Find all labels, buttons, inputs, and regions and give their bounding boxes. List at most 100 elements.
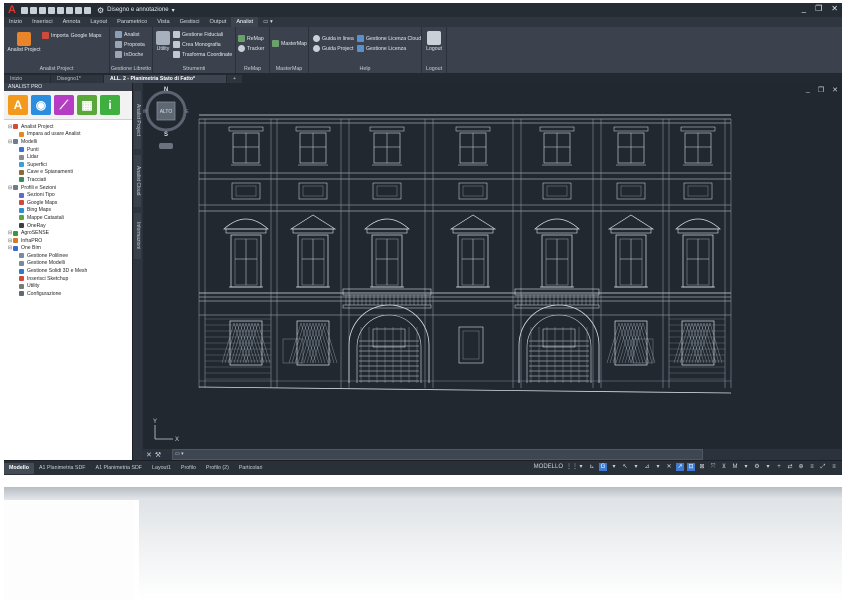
doc-tab-inizio[interactable]: Inizio (4, 75, 50, 83)
tree-item[interactable]: Lidar (8, 153, 132, 161)
tree-item[interactable]: Google Maps (8, 199, 132, 207)
tree-item[interactable]: Bing Maps (8, 207, 132, 215)
status-toggle-9-icon[interactable]: ✕ (665, 463, 673, 471)
expand-icon[interactable]: ⊟ (8, 238, 12, 244)
tree-item[interactable]: Tracciati (8, 176, 132, 184)
trasforma-coordinate-button[interactable]: Trasforma Coordinate (173, 51, 232, 58)
tree-item[interactable]: ⊟ Modelli (8, 138, 132, 146)
tree-item[interactable]: OneRay (8, 222, 132, 230)
status-toggle-3-icon[interactable]: G (599, 463, 607, 471)
status-toggle-17-icon[interactable]: ⚙ (753, 463, 761, 471)
tree-item[interactable]: Punti (8, 146, 132, 154)
utility-button[interactable]: Utility (154, 31, 172, 52)
status-toggle-4-icon[interactable]: ▾ (610, 463, 618, 471)
gestione-licenza-button[interactable]: Gestione Licenza (357, 45, 406, 52)
undo-icon[interactable] (75, 6, 82, 14)
indoche-button[interactable]: InDoche (115, 51, 143, 58)
status-toggle-18-icon[interactable]: ▾ (764, 463, 772, 471)
status-toggle-22-icon[interactable]: ≡ (808, 463, 816, 471)
crea-monografia-button[interactable]: Crea Monografia (173, 41, 221, 48)
tree-item[interactable]: ⊟ One Bim (8, 245, 132, 253)
status-toggle-5-icon[interactable]: ↖ (621, 463, 629, 471)
tab-inserisci[interactable]: Inserisci (27, 17, 58, 27)
expand-icon[interactable]: ⊟ (8, 139, 12, 145)
expand-icon[interactable]: ⊟ (8, 124, 12, 130)
tree-item[interactable]: Sezioni Tipo (8, 191, 132, 199)
vtab-informazioni[interactable]: Informazioni (134, 213, 141, 259)
app-logo-icon[interactable]: A (6, 4, 18, 16)
status-toggle-13-icon[interactable]: ⤧ (709, 463, 717, 471)
command-input[interactable]: ▭ ▾ (172, 449, 703, 460)
tab-inizio[interactable]: Inizio (4, 17, 27, 27)
vtab-analist-cloud[interactable]: Analist Cloud (134, 155, 141, 207)
analist-project-button[interactable]: Analist Project (6, 32, 42, 53)
new-file-icon[interactable] (21, 6, 28, 14)
new-tab-button[interactable]: + (227, 75, 243, 83)
doc-tab-disegno1[interactable]: Disegno1* (51, 75, 103, 83)
status-toggle-24-icon[interactable]: ≡ (830, 463, 838, 471)
status-toggle-16-icon[interactable]: ▾ (742, 463, 750, 471)
status-toggle-8-icon[interactable]: ▾ (654, 463, 662, 471)
doc-tab-planimetria[interactable]: ALL. 2 - Planimetria Stato di Fatto* (104, 75, 226, 83)
status-toggle-10-icon[interactable]: ↗ (676, 463, 684, 471)
tree-item[interactable]: Superfici (8, 161, 132, 169)
remap-button[interactable]: ReMap (238, 35, 264, 42)
tree-item[interactable]: Configurazione (8, 290, 132, 298)
redo-icon[interactable] (84, 6, 91, 14)
panel-tool-4-icon[interactable]: i (100, 95, 120, 115)
drawing-area[interactable]: YX _ ❐ ✕ ALTO N S E W (143, 83, 842, 449)
guida-in-linea-button[interactable]: Guida in linea (313, 35, 354, 42)
viewcube[interactable]: ALTO N S E W (143, 83, 189, 153)
tree-item[interactable]: ⊟ InfraPRO (8, 237, 132, 245)
status-toggle-2-icon[interactable]: ⊾ (588, 463, 596, 471)
tracker-button[interactable]: Tracker (238, 45, 264, 52)
tab-parametrico[interactable]: Parametrico (112, 17, 152, 27)
workspace-switcher[interactable]: ⚙ Disegno e annotazione ▾ (97, 6, 175, 15)
viewport-minimize-icon[interactable]: _ (806, 86, 810, 94)
layout-tab-a1-planimetria-1[interactable]: A1 Planimetria SDF (34, 463, 91, 474)
vtab-analist-project[interactable]: Analist Project (134, 91, 141, 149)
mastermap-button[interactable]: MasterMap (272, 40, 307, 47)
restore-icon[interactable]: ❐ (815, 4, 822, 13)
panel-tool-0-icon[interactable]: A (8, 95, 28, 115)
analist-button[interactable]: Analist (115, 31, 140, 38)
logout-button[interactable]: Logout (424, 31, 444, 52)
layout-tab-layout1[interactable]: Layout1 (147, 463, 176, 474)
layout-tab-particolari[interactable]: Particolari (234, 463, 268, 474)
status-toggle-14-icon[interactable]: ⊻ (720, 463, 728, 471)
tab-layout[interactable]: Layout (85, 17, 112, 27)
status-toggle-6-icon[interactable]: ▾ (632, 463, 640, 471)
save-icon[interactable] (39, 6, 46, 14)
close-command-icon[interactable]: ✕ (146, 451, 152, 459)
tree-item[interactable]: Inserisci Sketchup (8, 275, 132, 283)
panel-tool-2-icon[interactable]: ⟋ (54, 95, 74, 115)
viewport-close-icon[interactable]: ✕ (832, 86, 838, 94)
layout-tab-profilo-2[interactable]: Profilo (2) (201, 463, 234, 474)
tree-item[interactable]: Gestione Solidi 3D e Mesh (8, 267, 132, 275)
layout-tab-a1-planimetria-2[interactable]: A1 Planimetria SDF (91, 463, 148, 474)
status-toggle-11-icon[interactable]: ⊡ (687, 463, 695, 471)
status-toggle-7-icon[interactable]: ⊿ (643, 463, 651, 471)
status-toggle-15-icon[interactable]: M (731, 463, 739, 471)
tree-item[interactable]: ⊟ Profili e Sezioni (8, 184, 132, 192)
status-toggle-12-icon[interactable]: ⊠ (698, 463, 706, 471)
gestione-fiduciali-button[interactable]: Gestione Fiduciali (173, 31, 223, 38)
status-toggle-19-icon[interactable]: + (775, 463, 783, 471)
guida-project-button[interactable]: Guida Project (313, 45, 353, 52)
expand-icon[interactable]: ⊟ (8, 185, 12, 191)
proposta-button[interactable]: Proposta (115, 41, 145, 48)
tab-analist[interactable]: Analist (231, 17, 259, 27)
viewport-restore-icon[interactable]: ❐ (818, 86, 824, 94)
tab-vista[interactable]: Vista (152, 17, 174, 27)
close-icon[interactable]: ✕ (831, 4, 838, 13)
open-folder-icon[interactable] (30, 6, 37, 14)
status-toggle-20-icon[interactable]: ⇄ (786, 463, 794, 471)
wcs-menu-button[interactable] (159, 143, 173, 149)
layout-tab-modello[interactable]: Modello (4, 463, 35, 474)
minimize-icon[interactable]: _ (802, 4, 806, 13)
tree-item[interactable]: Utility (8, 282, 132, 290)
tree-item[interactable]: Mappe Catastali (8, 214, 132, 222)
save-as-icon[interactable] (48, 6, 55, 14)
print-icon[interactable] (57, 6, 64, 14)
expand-icon[interactable]: ⊟ (8, 245, 12, 251)
